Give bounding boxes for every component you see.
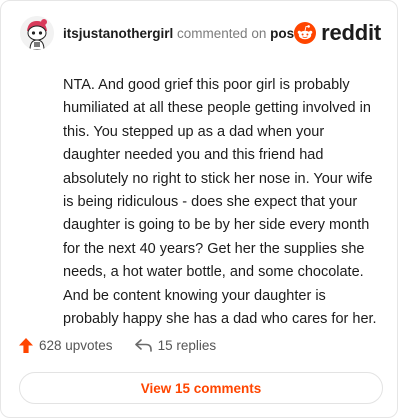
commented-on-label: commented on — [177, 26, 267, 41]
username[interactable]: itsjustanothergirl — [63, 26, 173, 41]
reddit-wordmark: reddit — [321, 20, 381, 45]
comment-header: itsjustanothergirl commented on post — [63, 25, 299, 43]
comment-card: itsjustanothergirl commented on post red… — [0, 0, 398, 418]
comment-stats: 628 upvotes 15 replies — [19, 338, 216, 353]
reddit-logo-icon — [294, 22, 317, 44]
reply-arrow-icon — [134, 339, 152, 352]
comment-body: NTA. And good grief this poor girl is pr… — [63, 77, 377, 328]
replies-count: 15 replies — [157, 338, 217, 353]
reddit-brand[interactable]: reddit — [294, 21, 381, 45]
replies-stat[interactable]: 15 replies — [134, 338, 217, 353]
upvotes-count: 628 upvotes — [39, 338, 113, 353]
view-comments-button[interactable]: View 15 comments — [19, 372, 383, 404]
avatar[interactable] — [20, 16, 54, 50]
snoo-avatar-icon — [20, 16, 54, 50]
upvote-arrow-icon — [19, 338, 33, 353]
upvotes-stat[interactable]: 628 upvotes — [19, 338, 113, 353]
